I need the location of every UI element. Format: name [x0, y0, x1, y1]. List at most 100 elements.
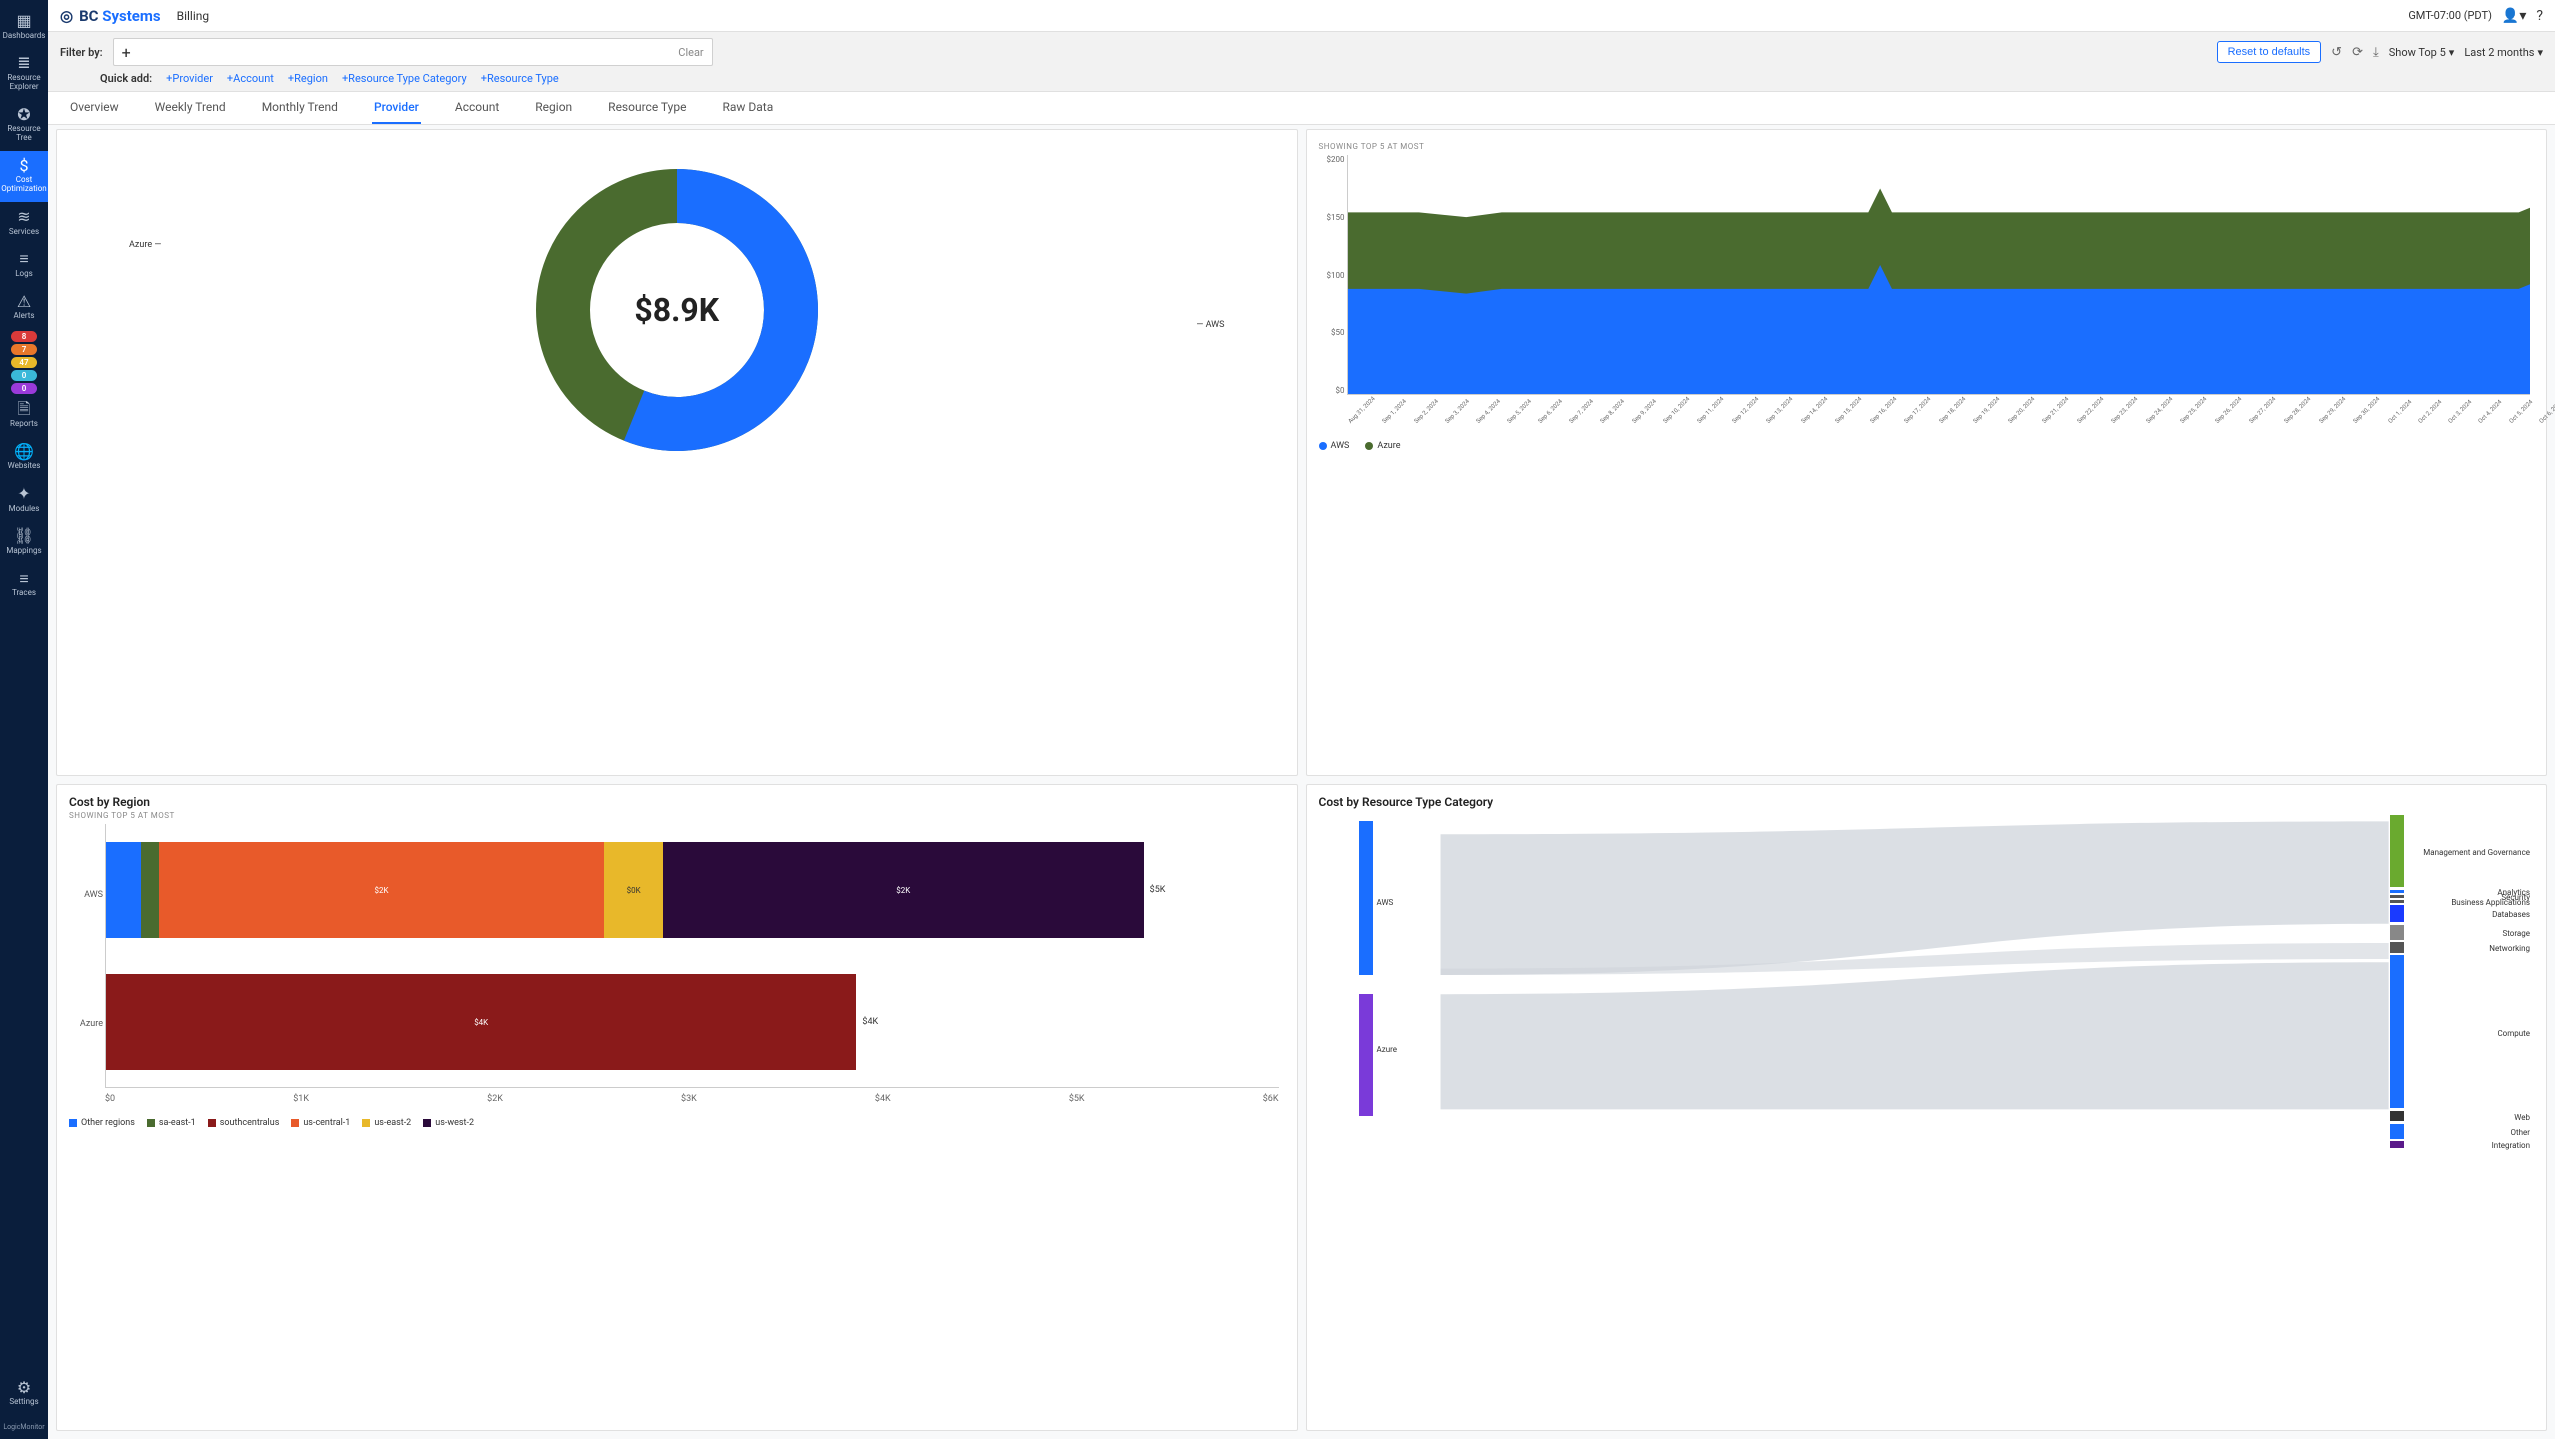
- nav-resource-tree[interactable]: ✪Resource Tree: [0, 100, 48, 151]
- gear-icon: ⚙: [17, 1379, 31, 1397]
- nav-settings[interactable]: ⚙ Settings: [0, 1373, 48, 1415]
- quick-add--provider[interactable]: +Provider: [166, 72, 213, 85]
- tab-resource-type[interactable]: Resource Type: [606, 92, 688, 124]
- bar-x-axis: $0$1K$2K$3K$4K$5K$6K: [105, 1094, 1279, 1104]
- tab-monthly-trend[interactable]: Monthly Trend: [260, 92, 340, 124]
- nav-traces[interactable]: ≡Traces: [0, 564, 48, 606]
- donut-label-aws: — AWS: [1196, 320, 1224, 330]
- panel-cost-trend-area: SHOWING TOP 5 AT MOST $200$150$100$50$0 …: [1306, 129, 2548, 776]
- alert-badge[interactable]: 0: [11, 370, 37, 381]
- nav-label: Cost Optimization: [0, 176, 48, 194]
- legend-item: Other regions: [69, 1118, 135, 1128]
- area-y-axis: $200$150$100$50$0: [1319, 155, 1345, 395]
- bar-y-axis: AWS Azure: [69, 830, 103, 1088]
- sankey-chart: AWS Azure Management and GovernanceAnaly…: [1319, 815, 2535, 1135]
- nav-reports[interactable]: 🗎Reports: [0, 394, 48, 436]
- tab-account[interactable]: Account: [453, 92, 501, 124]
- date-range-dropdown[interactable]: Last 2 months ▾: [2464, 46, 2543, 59]
- donut-label-azure: Azure —: [129, 240, 161, 250]
- sankey-target-label: Compute: [2497, 1029, 2530, 1038]
- nav-label: Traces: [12, 589, 36, 598]
- nav-modules[interactable]: ✦ Modules: [0, 479, 48, 521]
- region-legend: Other regionssa-east-1southcentralusus-c…: [69, 1118, 1285, 1128]
- show-top-dropdown[interactable]: Show Top 5 ▾: [2389, 46, 2455, 59]
- legend-item: us-west-2: [423, 1118, 474, 1128]
- sankey-target-label: Web: [2514, 1113, 2530, 1122]
- nav-mappings[interactable]: ⛓ Mappings: [0, 521, 48, 563]
- user-menu[interactable]: 👤▾: [2502, 8, 2526, 24]
- nav-dashboards[interactable]: ▦ Dashboards: [0, 6, 48, 48]
- nav-icon: ⚠: [17, 293, 31, 311]
- alert-badge[interactable]: 8: [11, 331, 37, 342]
- sankey-target-label: Other: [2511, 1128, 2530, 1137]
- nav-logs[interactable]: ≡ Logs: [0, 244, 48, 286]
- area-plot: [1347, 155, 2531, 395]
- sankey-target-label: Databases: [2492, 910, 2530, 919]
- nav-icon: ≡: [19, 250, 28, 268]
- nav-label: Dashboards: [3, 32, 46, 41]
- panel-subtitle: SHOWING TOP 5 AT MOST: [69, 811, 1285, 820]
- help-icon[interactable]: ?: [2536, 8, 2543, 24]
- nav-icon: ✦: [17, 485, 30, 503]
- tab-provider[interactable]: Provider: [372, 92, 421, 124]
- nav-icon: ⛓: [14, 527, 34, 545]
- nav-icon: $: [20, 157, 29, 175]
- sankey-target-label: Storage: [2503, 929, 2531, 938]
- footer-logo: LogicMonitor: [1, 1415, 46, 1439]
- brand-logo: ◎ BC Systems: [60, 7, 161, 25]
- nav-label: Reports: [10, 420, 38, 429]
- nav-label: Modules: [9, 505, 40, 514]
- nav-websites[interactable]: 🌐Websites: [0, 437, 48, 479]
- quick-add-label: Quick add:: [100, 72, 152, 85]
- nav-icon: ≣: [17, 54, 30, 72]
- nav-label: Resource Explorer: [0, 74, 48, 92]
- nav-icon: ▦: [16, 12, 31, 30]
- area-x-axis: Aug 31, 2024Sep 1, 2024Sep 2, 2024Sep 3,…: [1347, 420, 2531, 427]
- panel-title: Cost by Resource Type Category: [1319, 795, 2535, 809]
- nav-icon: ✪: [17, 106, 30, 124]
- nav-label: Alerts: [13, 312, 34, 321]
- clear-filter-button[interactable]: Clear: [678, 46, 703, 59]
- refresh-icon[interactable]: ⟳: [2352, 45, 2363, 60]
- nav-label: Services: [9, 228, 39, 237]
- quick-add--resource-type[interactable]: +Resource Type: [481, 72, 559, 85]
- panel-cost-by-provider-donut: $8.9K — AWS Azure —: [56, 129, 1298, 776]
- brand-icon: ◎: [60, 7, 73, 25]
- alert-badge[interactable]: 0: [11, 383, 37, 394]
- reset-defaults-button[interactable]: Reset to defaults: [2217, 41, 2322, 63]
- export-icon[interactable]: ⤓: [2373, 45, 2379, 60]
- nav-label: Logs: [15, 270, 33, 279]
- tab-overview[interactable]: Overview: [68, 92, 121, 124]
- nav-label: Mappings: [6, 547, 41, 556]
- legend-item: us-east-2: [362, 1118, 411, 1128]
- tabs: Overview Weekly Trend Monthly Trend Provide…: [48, 92, 2555, 125]
- nav-services[interactable]: ≋ Services: [0, 202, 48, 244]
- quick-add--resource-type-category[interactable]: +Resource Type Category: [342, 72, 467, 85]
- filter-input[interactable]: + Clear: [113, 38, 713, 66]
- tab-region[interactable]: Region: [533, 92, 574, 124]
- nav-icon: 🌐: [14, 443, 34, 461]
- quick-add--account[interactable]: +Account: [227, 72, 274, 85]
- panel-cost-by-resource-type: Cost by Resource Type Category AWS Azure: [1306, 784, 2548, 1431]
- filter-label: Filter by:: [60, 46, 103, 59]
- nav-cost-optimization[interactable]: $Cost Optimization: [0, 151, 48, 202]
- nav-alerts[interactable]: ⚠Alerts: [0, 287, 48, 329]
- panel-cost-by-region: Cost by Region SHOWING TOP 5 AT MOST AWS…: [56, 784, 1298, 1431]
- nav-icon: ≡: [19, 570, 28, 588]
- panel-title: Cost by Region: [69, 795, 1285, 809]
- alert-badge[interactable]: 7: [11, 344, 37, 355]
- alert-badge[interactable]: 47: [11, 357, 37, 368]
- add-filter-icon[interactable]: +: [122, 43, 131, 62]
- undo-icon[interactable]: ↺: [2331, 45, 2342, 60]
- topbar: ◎ BC Systems Billing GMT-07:00 (PDT) 👤▾ …: [48, 0, 2555, 32]
- sankey-target-label: Integration: [2492, 1141, 2530, 1150]
- tab-weekly-trend[interactable]: Weekly Trend: [153, 92, 228, 124]
- quick-add--region[interactable]: +Region: [288, 72, 328, 85]
- sankey-target-label: Networking: [2489, 944, 2530, 953]
- legend-item: us-central-1: [291, 1118, 350, 1128]
- nav-resource-explorer[interactable]: ≣ Resource Explorer: [0, 48, 48, 99]
- nav-label: Resource Tree: [0, 125, 48, 143]
- page-section: Billing: [177, 9, 210, 23]
- tab-raw-data[interactable]: Raw Data: [720, 92, 775, 124]
- nav-icon: ≋: [17, 208, 30, 226]
